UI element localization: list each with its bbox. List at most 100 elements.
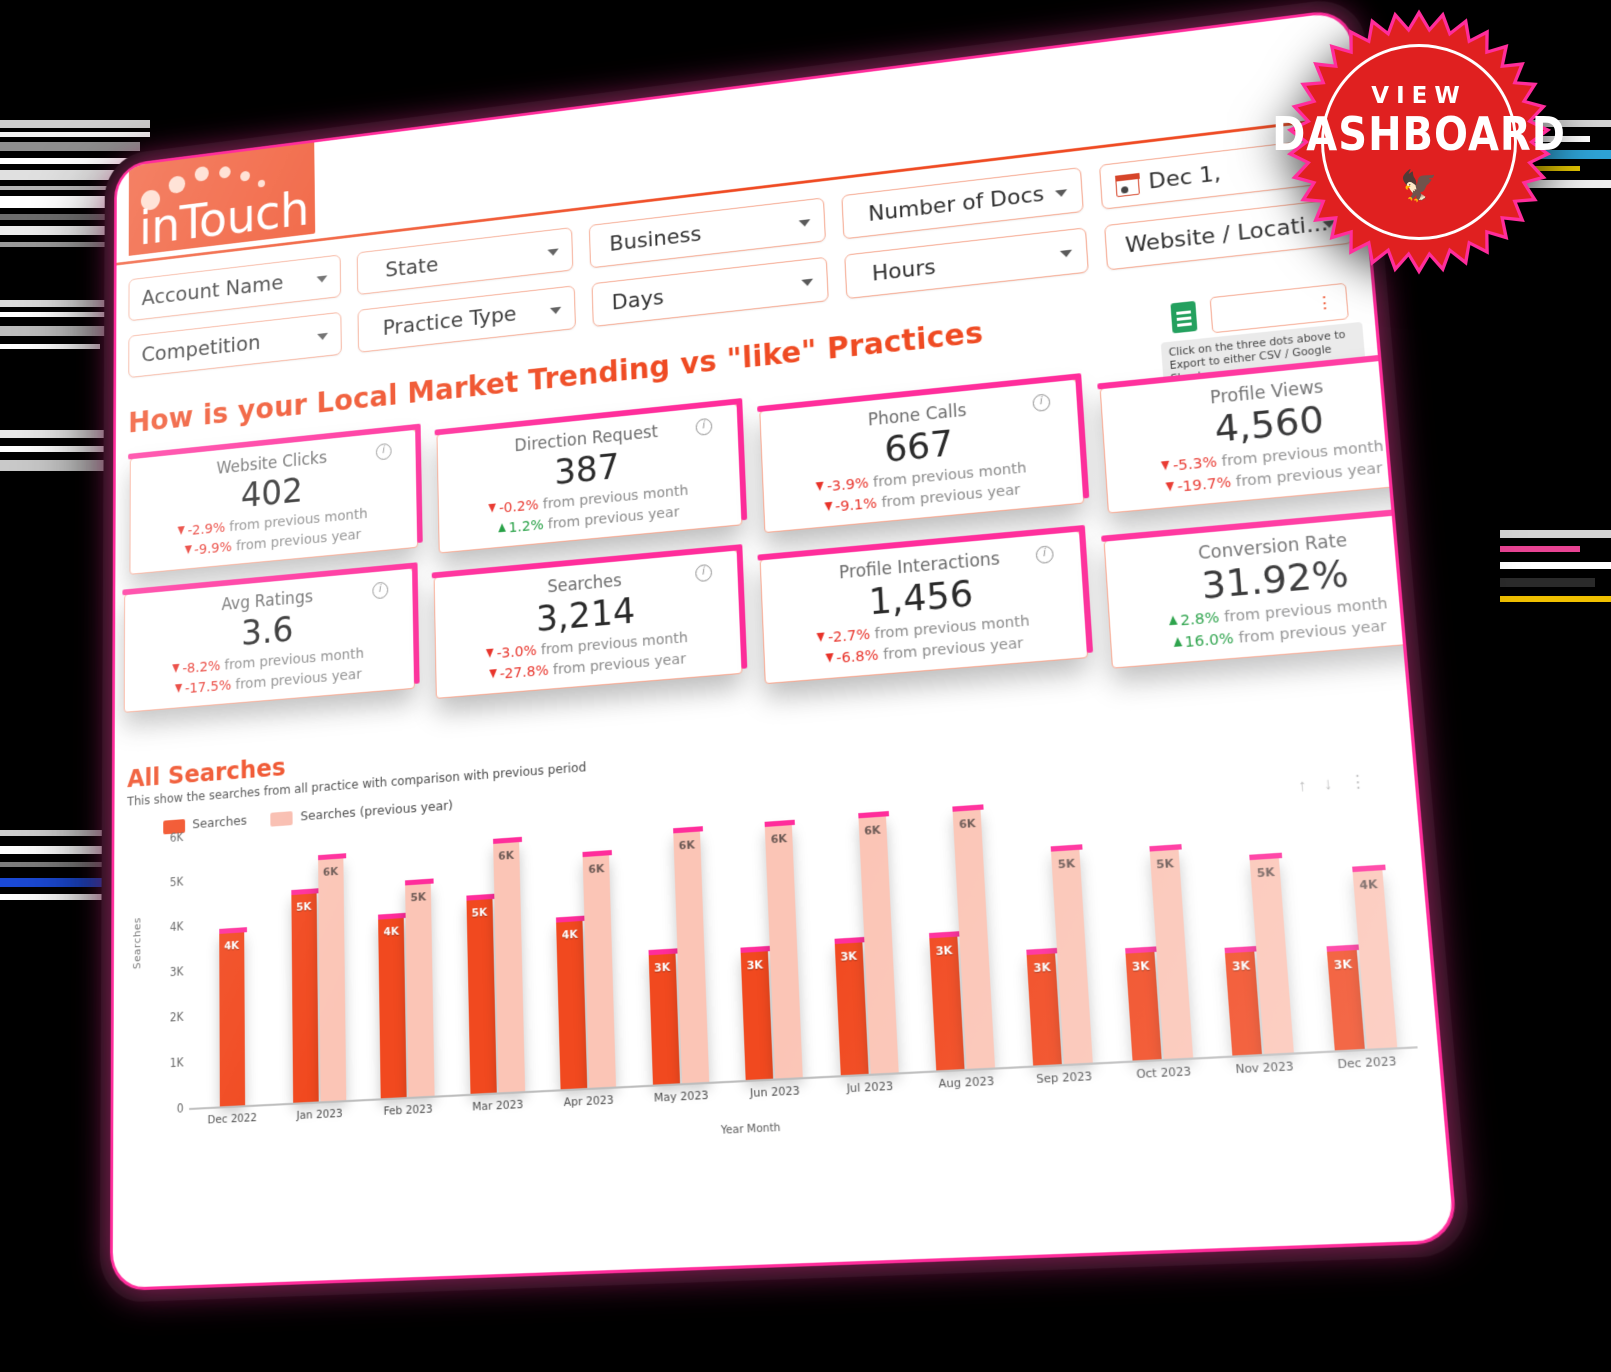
bar-searches[interactable]: 3K — [1125, 951, 1162, 1061]
kpi-card-website-clicks[interactable]: Website Clicks i 402 -2.9% from previous… — [129, 428, 419, 575]
bar-searches[interactable]: 3K — [834, 942, 869, 1076]
info-icon[interactable]: i — [375, 442, 392, 461]
arrow-down-icon — [824, 653, 834, 663]
info-icon[interactable]: i — [372, 581, 389, 600]
kpi-delta-year-suffix: from previous year — [1237, 617, 1388, 647]
kpi-value: 31.92% — [1200, 552, 1351, 608]
bar-searches[interactable]: 4K — [219, 932, 245, 1107]
kpi-card-direction-request[interactable]: Direction Request i 387 -0.2% from previ… — [436, 403, 743, 554]
kpi-card-conversion-rate[interactable]: Conversion Rate i 31.92% 2.8% from previ… — [1103, 510, 1454, 669]
intouch-logo[interactable]: inTouch — [128, 142, 316, 256]
bar-searches-previous-year[interactable]: 6K — [764, 825, 803, 1079]
filter-label: Number of Docs — [867, 181, 1045, 227]
info-icon[interactable]: i — [695, 417, 713, 436]
bar-searches[interactable]: 4K — [378, 918, 407, 1099]
x-tick-label: Jul 2023 — [846, 1079, 894, 1096]
bar-searches[interactable]: 5K — [466, 899, 497, 1094]
chevron-down-icon — [1060, 249, 1073, 258]
bar-searches-previous-year[interactable]: 6K — [582, 855, 617, 1088]
bar-searches-previous-year[interactable]: 4K — [1352, 870, 1398, 1049]
arrow-down-icon — [815, 481, 825, 492]
kpi-delta-month-value: -2.9% — [187, 520, 226, 539]
kpi-delta-year-value: -6.8% — [835, 647, 879, 668]
y-tick-label: 6K — [169, 830, 184, 845]
bar-group: 4K — [189, 830, 276, 1108]
bar-data-label: 5K — [1155, 856, 1175, 872]
bar-searches-previous-year[interactable]: 5K — [1149, 849, 1194, 1059]
x-tick-label: Jun 2023 — [749, 1083, 800, 1101]
kpi-delta-year-value: 16.0% — [1184, 630, 1235, 652]
filter-state[interactable]: State — [356, 227, 574, 296]
kpi-delta-month-suffix: from previous month — [1221, 438, 1385, 471]
filter-days[interactable]: Days — [591, 256, 830, 328]
bar-searches-previous-year[interactable]: 6K — [672, 831, 709, 1084]
view-dashboard-badge[interactable]: VIEW DASHBOARD 🦅 — [1272, 8, 1565, 276]
kpi-delta-year-value: -9.1% — [834, 495, 878, 516]
bar-data-label: 3K — [653, 960, 671, 975]
filter-competition[interactable]: Competition — [128, 311, 343, 379]
filter-practice-type[interactable]: Practice Type — [357, 285, 576, 353]
bar-data-label: 3K — [1333, 957, 1353, 973]
info-icon[interactable]: i — [1032, 393, 1051, 413]
bar-searches-previous-year[interactable]: 5K — [405, 883, 435, 1097]
kpi-delta-month-value: 2.8% — [1179, 609, 1220, 630]
info-icon[interactable]: i — [1387, 369, 1408, 389]
kpi-card-avg-ratings[interactable]: Avg Ratings i 3.6 -8.2% from previous mo… — [123, 567, 416, 713]
bar-searches[interactable]: 3K — [1027, 953, 1063, 1066]
kpi-card-phone-calls[interactable]: Phone Calls i 667 -3.9% from previous mo… — [759, 378, 1085, 534]
arrow-down-icon — [816, 632, 826, 643]
bar-searches[interactable]: 3K — [648, 953, 680, 1085]
bar-searches[interactable]: 5K — [291, 893, 319, 1103]
bar-data-label: 6K — [770, 831, 788, 847]
arrow-up-icon — [498, 522, 507, 533]
bar-group: 3K 6K — [903, 778, 1015, 1071]
info-icon[interactable]: i — [1394, 525, 1415, 546]
more-options-icon[interactable]: ⋮ — [1349, 771, 1367, 791]
bar-searches[interactable]: 3K — [740, 951, 774, 1080]
filter-label: Dec 1, — [1147, 161, 1222, 194]
export-menu-button[interactable]: ⋮ — [1209, 282, 1349, 334]
kpi-delta-year-suffix: from previous year — [1235, 460, 1384, 491]
filter-number-of-docs[interactable]: Number of Docs — [840, 167, 1084, 240]
filter-account-name[interactable]: Account Name — [128, 254, 342, 322]
arrow-down-icon — [823, 501, 833, 512]
chevron-down-icon — [798, 219, 811, 228]
x-tick-label: Dec 2023 — [1336, 1054, 1398, 1072]
info-icon[interactable]: i — [1035, 545, 1055, 565]
arrow-down-icon — [184, 545, 192, 555]
bar-searches[interactable]: 3K — [1225, 951, 1263, 1056]
bar-searches[interactable]: 4K — [556, 920, 588, 1090]
kpi-delta-year-suffix: from previous year — [881, 482, 1021, 512]
kpi-card-profile-views[interactable]: Profile Views i 4,560 -5.3% from previou… — [1099, 354, 1446, 514]
y-tick-label: 3K — [169, 964, 184, 980]
sort-asc-icon[interactable]: ↑ — [1298, 776, 1308, 795]
kpi-delta-year-value: -9.9% — [194, 539, 232, 559]
badge-line-2: DASHBOARD — [1272, 108, 1566, 161]
sort-desc-icon[interactable]: ↓ — [1323, 774, 1333, 793]
filter-hours[interactable]: Hours — [844, 227, 1090, 300]
bar-group: 3K 6K — [809, 785, 917, 1076]
bar-data-label: 3K — [746, 957, 764, 973]
bar-searches-previous-year[interactable]: 5K — [1051, 849, 1094, 1064]
bar-searches-previous-year[interactable]: 6K — [492, 842, 525, 1093]
kpi-delta-month: 2.8% from previous month — [1118, 589, 1441, 638]
kpi-card-profile-interactions[interactable]: Profile Interactions i 1,456 -2.7% from … — [759, 530, 1089, 685]
kpi-delta-month-suffix: from previous month — [1223, 595, 1389, 626]
info-icon[interactable]: i — [695, 563, 713, 583]
kpi-delta-year-value: 1.2% — [508, 517, 544, 537]
filter-business[interactable]: Business — [589, 197, 826, 269]
bar-searches-previous-year[interactable]: 6K — [857, 816, 899, 1074]
google-sheets-icon — [1170, 300, 1198, 334]
bar-searches-previous-year[interactable]: 6K — [317, 858, 347, 1102]
bar-data-label: 6K — [863, 823, 881, 838]
arrow-down-icon — [1160, 460, 1170, 471]
kpi-card-searches[interactable]: Searches i 3,214 -3.0% from previous mon… — [433, 549, 743, 699]
logo-dots-icon — [129, 142, 314, 212]
x-tick-label: Sep 2023 — [1035, 1069, 1093, 1087]
bar-searches-previous-year[interactable]: 5K — [1250, 858, 1295, 1054]
bar-searches[interactable]: 3K — [929, 936, 965, 1071]
bar-searches[interactable]: 3K — [1326, 950, 1365, 1051]
bar-searches-previous-year[interactable]: 6K — [952, 809, 996, 1069]
bar-data-label: 6K — [588, 861, 605, 877]
kpi-delta-month-value: -8.2% — [182, 658, 221, 678]
